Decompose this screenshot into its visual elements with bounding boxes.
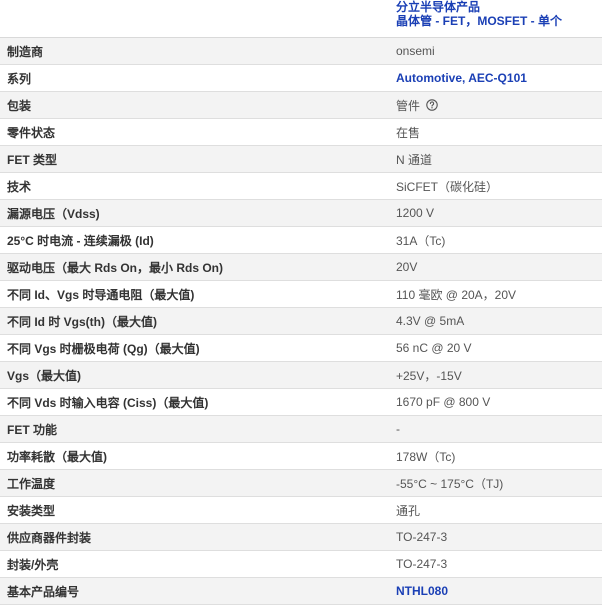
spec-label: 制造商 [7,44,44,59]
spec-label: 封装/外壳 [7,557,59,572]
spec-label: FET 功能 [7,422,57,437]
spec-rows: 制造商 onsemi 系列 Automotive, AEC-Q101 包装 管件零件状态 在… [0,38,602,605]
spec-label: 技术 [7,179,32,194]
spec-value: 管件 [390,97,438,114]
spec-value-text: 通孔 [396,503,421,518]
spec-value: -55°C ~ 175°C（TJ) [390,475,503,492]
spec-label: 驱动电压（最大 Rds On，最小 Rds On) [7,260,224,275]
spec-label: 安装类型 [7,503,56,518]
spec-value: 31A（Tc) [390,232,445,249]
spec-row: 封装/外壳 TO-247-3 [0,551,602,578]
spec-row: 25°C 时电流 - 连续漏极 (Id) 31A（Tc) [0,227,602,254]
spec-table: 分立半导体产品 晶体管 - FET，MOSFET - 单个 制造商 onsemi 系… [0,0,602,605]
spec-value-text[interactable]: Automotive, AEC-Q101 [396,71,527,85]
spec-row: 包装 管件 [0,92,602,119]
spec-value: 通孔 [390,502,420,519]
spec-row: 系列 Automotive, AEC-Q101 [0,65,602,92]
spec-value: N 通道 [390,151,432,168]
spec-row: 供应商器件封装 TO-247-3 [0,524,602,551]
spec-row: FET 功能 - [0,416,602,443]
spec-label: 漏源电压（Vdss) [7,206,100,221]
spec-value-text: -55°C ~ 175°C（TJ) [396,476,504,491]
category-breadcrumb: 分立半导体产品 晶体管 - FET，MOSFET - 单个 [390,0,562,37]
spec-value-text: SiCFET（碳化硅） [396,179,499,194]
spec-row: 不同 Vgs 时栅极电荷 (Qg)（最大值) 56 nC @ 20 V [0,335,602,362]
spec-value: - [390,422,400,436]
spec-value: TO-247-3 [390,557,447,571]
spec-row: 技术 SiCFET（碳化硅） [0,173,602,200]
spec-value: +25V，-15V [390,367,462,384]
spec-value-text: +25V，-15V [396,368,462,383]
spec-label: 包装 [7,98,32,113]
spec-value: 1200 V [390,206,434,220]
header-spacer [0,0,390,37]
spec-label: 零件状态 [7,125,56,140]
spec-value: 4.3V @ 5mA [390,314,464,328]
spec-value-link[interactable]: NTHL080 [390,584,448,598]
spec-label: 不同 Vgs 时栅极电荷 (Qg)（最大值) [7,341,200,356]
spec-label: 功率耗散（最大值) [7,449,107,464]
spec-value-text: TO-247-3 [396,557,448,571]
spec-row: 安装类型 通孔 [0,497,602,524]
spec-label: 基本产品编号 [7,584,80,599]
spec-value: TO-247-3 [390,530,447,544]
spec-value-text: N 通道 [396,152,433,167]
spec-value-text: 110 毫欧 @ 20A，20V [396,287,517,302]
spec-row: 功率耗散（最大值) 178W（Tc) [0,443,602,470]
spec-value-link[interactable]: Automotive, AEC-Q101 [390,71,527,85]
spec-value: onsemi [390,44,435,58]
spec-value-text: 在售 [396,125,421,140]
spec-label: 不同 Vds 时输入电容 (Ciss)（最大值) [7,395,209,410]
spec-value: 1670 pF @ 800 V [390,395,490,409]
spec-value-text: - [396,422,400,436]
spec-label: 25°C 时电流 - 连续漏极 (Id) [7,233,154,248]
spec-value: 在售 [390,124,420,141]
spec-row: 驱动电压（最大 Rds On，最小 Rds On) 20V [0,254,602,281]
spec-value-text: onsemi [396,44,435,58]
spec-label: 系列 [7,71,32,86]
spec-label: Vgs（最大值) [7,368,82,383]
category-link-discrete[interactable]: 分立半导体产品 [396,0,562,14]
spec-value-text[interactable]: NTHL080 [396,584,448,598]
spec-value-text: 178W（Tc) [396,449,456,464]
spec-value-text: 1670 pF @ 800 V [396,395,491,409]
spec-value-text: TO-247-3 [396,530,448,544]
spec-label: 不同 Id、Vgs 时导通电阻（最大值) [7,287,195,302]
spec-value: 178W（Tc) [390,448,455,465]
spec-value: 56 nC @ 20 V [390,341,472,355]
spec-value-text: 20V [396,260,418,274]
spec-row: 零件状态 在售 [0,119,602,146]
spec-row: 基本产品编号 NTHL080 [0,578,602,605]
category-link-mosfet[interactable]: 晶体管 - FET，MOSFET - 单个 [396,14,562,28]
spec-row: 工作温度 -55°C ~ 175°C（TJ) [0,470,602,497]
category-header: 分立半导体产品 晶体管 - FET，MOSFET - 单个 [0,0,602,38]
spec-row: 不同 Id、Vgs 时导通电阻（最大值) 110 毫欧 @ 20A，20V [0,281,602,308]
spec-row: 不同 Id 时 Vgs(th)（最大值) 4.3V @ 5mA [0,308,602,335]
spec-value-text: 4.3V @ 5mA [396,314,465,328]
spec-row: Vgs（最大值) +25V，-15V [0,362,602,389]
spec-value-text: 1200 V [396,206,435,220]
spec-label: 供应商器件封装 [7,530,92,545]
spec-label: 不同 Id 时 Vgs(th)（最大值) [7,314,157,329]
spec-row: 漏源电压（Vdss) 1200 V [0,200,602,227]
spec-value: 20V [390,260,417,274]
spec-value: SiCFET（碳化硅） [390,178,498,195]
spec-row: FET 类型 N 通道 [0,146,602,173]
spec-value-text: 56 nC @ 20 V [396,341,472,355]
spec-row: 制造商 onsemi [0,38,602,65]
spec-value-text: 31A（Tc) [396,233,446,248]
spec-value-text: 管件 [396,98,421,113]
spec-row: 不同 Vds 时输入电容 (Ciss)（最大值) 1670 pF @ 800 V [0,389,602,416]
spec-label: FET 类型 [7,152,57,167]
spec-label: 工作温度 [7,476,56,491]
spec-value: 110 毫欧 @ 20A，20V [390,286,516,303]
help-circle-icon[interactable] [426,99,438,111]
